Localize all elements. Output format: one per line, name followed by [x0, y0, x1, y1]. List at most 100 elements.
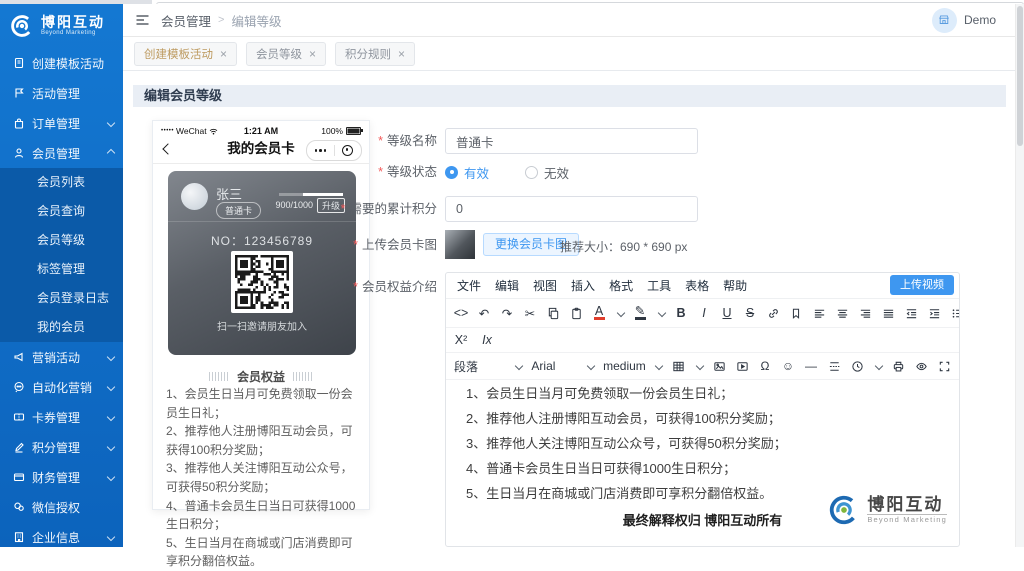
copy-icon[interactable]: [546, 303, 560, 323]
special-character-icon[interactable]: Ω: [758, 356, 772, 376]
source-code-icon[interactable]: <>: [454, 303, 468, 323]
bookmark-icon[interactable]: [789, 303, 803, 323]
font-family-select[interactable]: Arial: [531, 359, 594, 373]
account-avatar[interactable]: [932, 8, 957, 33]
menu-insert[interactable]: 插入: [564, 277, 602, 294]
sidebar-item-activity[interactable]: 活动管理: [0, 78, 123, 108]
sidebar-item-marketing[interactable]: 营销活动: [0, 342, 123, 372]
align-right-icon[interactable]: [858, 303, 872, 323]
italic-icon[interactable]: I: [697, 303, 711, 323]
insert-datetime-icon[interactable]: [850, 356, 864, 376]
indent-icon[interactable]: [927, 303, 941, 323]
menu-view[interactable]: 视图: [526, 277, 564, 294]
print-icon[interactable]: [891, 356, 905, 376]
undo-icon[interactable]: ↶: [477, 303, 491, 323]
preview-icon[interactable]: [914, 356, 928, 376]
paragraph-style-select[interactable]: 段落: [454, 358, 522, 375]
radio-invalid[interactable]: 无效: [525, 163, 569, 182]
megaphone-icon: [13, 351, 25, 363]
menu-table[interactable]: 表格: [678, 277, 716, 294]
align-center-icon[interactable]: [835, 303, 849, 323]
benefits-title-label: 会员权益: [237, 368, 285, 385]
fullscreen-icon[interactable]: [937, 356, 951, 376]
sidebar-item-member-query[interactable]: 会员查询: [0, 197, 123, 226]
menu-help[interactable]: 帮助: [716, 277, 754, 294]
chevron-down-icon[interactable]: [658, 309, 666, 317]
account-name[interactable]: Demo: [964, 13, 996, 27]
text-color-icon[interactable]: A: [592, 303, 606, 323]
highlight-color-icon[interactable]: ✎: [633, 303, 647, 323]
sidebar-item-member-list[interactable]: 会员列表: [0, 168, 123, 197]
sidebar-item-members[interactable]: 会员管理: [0, 138, 123, 168]
media-icon[interactable]: [735, 356, 749, 376]
sidebar-item-wechat-auth[interactable]: 微信授权: [0, 492, 123, 522]
points-required-input[interactable]: [445, 196, 698, 222]
close-icon[interactable]: ×: [398, 47, 405, 61]
close-icon[interactable]: ×: [309, 47, 316, 61]
chevron-down-icon[interactable]: [696, 362, 704, 370]
upload-video-button[interactable]: 上传视频: [890, 275, 954, 295]
sidebar-collapse-icon[interactable]: [135, 13, 150, 27]
cut-icon[interactable]: ✂: [523, 303, 537, 323]
carrier-label: WeChat: [176, 126, 207, 136]
paste-icon[interactable]: [569, 303, 583, 323]
card-image-thumbnail[interactable]: [445, 230, 475, 259]
link-icon[interactable]: [766, 303, 780, 323]
page-title: 编辑会员等级: [133, 85, 1006, 107]
chevron-down-icon: [655, 362, 663, 370]
underline-icon[interactable]: U: [720, 303, 734, 323]
level-name-input[interactable]: [445, 128, 698, 154]
horizontal-rule-icon[interactable]: —: [804, 356, 818, 376]
editor-content[interactable]: 1、会员生日当月可免费领取一份会员生日礼；2、推荐他人注册博阳互动会员，可获得1…: [446, 377, 959, 546]
emoji-icon[interactable]: ☺: [781, 356, 795, 376]
close-icon[interactable]: ×: [220, 47, 227, 61]
tab-points-rule[interactable]: 积分规则 ×: [335, 42, 415, 66]
menu-tools[interactable]: 工具: [640, 277, 678, 294]
card-icon: [13, 471, 25, 483]
page-scrollbar[interactable]: [1015, 4, 1024, 547]
redo-icon[interactable]: ↷: [500, 303, 514, 323]
align-left-icon[interactable]: [812, 303, 826, 323]
image-icon[interactable]: [712, 356, 726, 376]
sidebar-item-login-log[interactable]: 会员登录日志: [0, 284, 123, 313]
breadcrumb-separator: >: [218, 14, 224, 26]
sidebar-item-label: 微信授权: [32, 499, 80, 516]
chevron-down-icon[interactable]: [617, 309, 625, 317]
scrollbar-thumb[interactable]: [1017, 6, 1023, 146]
tab-member-level[interactable]: 会员等级 ×: [246, 42, 326, 66]
tab-create-template[interactable]: 创建模板活动 ×: [134, 42, 237, 66]
chevron-down-icon[interactable]: [875, 362, 883, 370]
radio-valid[interactable]: 有效: [445, 163, 489, 182]
sidebar-item-points[interactable]: 积分管理: [0, 432, 123, 462]
menu-format[interactable]: 格式: [602, 277, 640, 294]
sidebar-item-finance[interactable]: 财务管理: [0, 462, 123, 492]
strikethrough-icon[interactable]: S: [743, 303, 757, 323]
table-icon[interactable]: [671, 356, 685, 376]
sidebar-item-member-level[interactable]: 会员等级: [0, 226, 123, 255]
align-justify-icon[interactable]: [881, 303, 895, 323]
sidebar-item-company-info[interactable]: 企业信息: [0, 522, 123, 552]
sidebar-item-tag-management[interactable]: 标签管理: [0, 255, 123, 284]
bullet-list-icon[interactable]: [950, 303, 960, 323]
editor-paragraph: 2、推荐他人注册博阳互动会员，可获得100积分奖励；: [466, 410, 939, 427]
sidebar-item-automation[interactable]: 自动化营销: [0, 372, 123, 402]
font-size-select[interactable]: medium: [603, 359, 662, 373]
sidebar-item-label: 活动管理: [32, 85, 80, 102]
menu-file[interactable]: 文件: [450, 277, 488, 294]
breadcrumb-parent[interactable]: 会员管理: [161, 11, 211, 30]
sidebar-item-my-members[interactable]: 我的会员: [0, 313, 123, 342]
rich-text-editor: 文件 编辑 视图 插入 格式 工具 表格 帮助 上传视频 <> ↶ ↷ ✂ A …: [445, 272, 960, 547]
bold-icon[interactable]: B: [674, 303, 688, 323]
sidebar-item-coupons[interactable]: 卡券管理: [0, 402, 123, 432]
page-break-icon[interactable]: [827, 356, 841, 376]
clear-formatting-icon[interactable]: Ix: [480, 330, 494, 350]
sidebar-item-orders[interactable]: 订单管理: [0, 108, 123, 138]
superscript-icon[interactable]: X²: [454, 330, 468, 350]
sidebar-item-label: 卡券管理: [32, 409, 80, 426]
tab-label: 会员等级: [256, 46, 302, 62]
sidebar-item-create-template[interactable]: 创建模板活动: [0, 48, 123, 78]
top-header: 会员管理 > 编辑等级 Demo: [123, 4, 1024, 37]
menu-edit[interactable]: 编辑: [488, 277, 526, 294]
outdent-icon[interactable]: [904, 303, 918, 323]
avatar: [181, 183, 208, 210]
